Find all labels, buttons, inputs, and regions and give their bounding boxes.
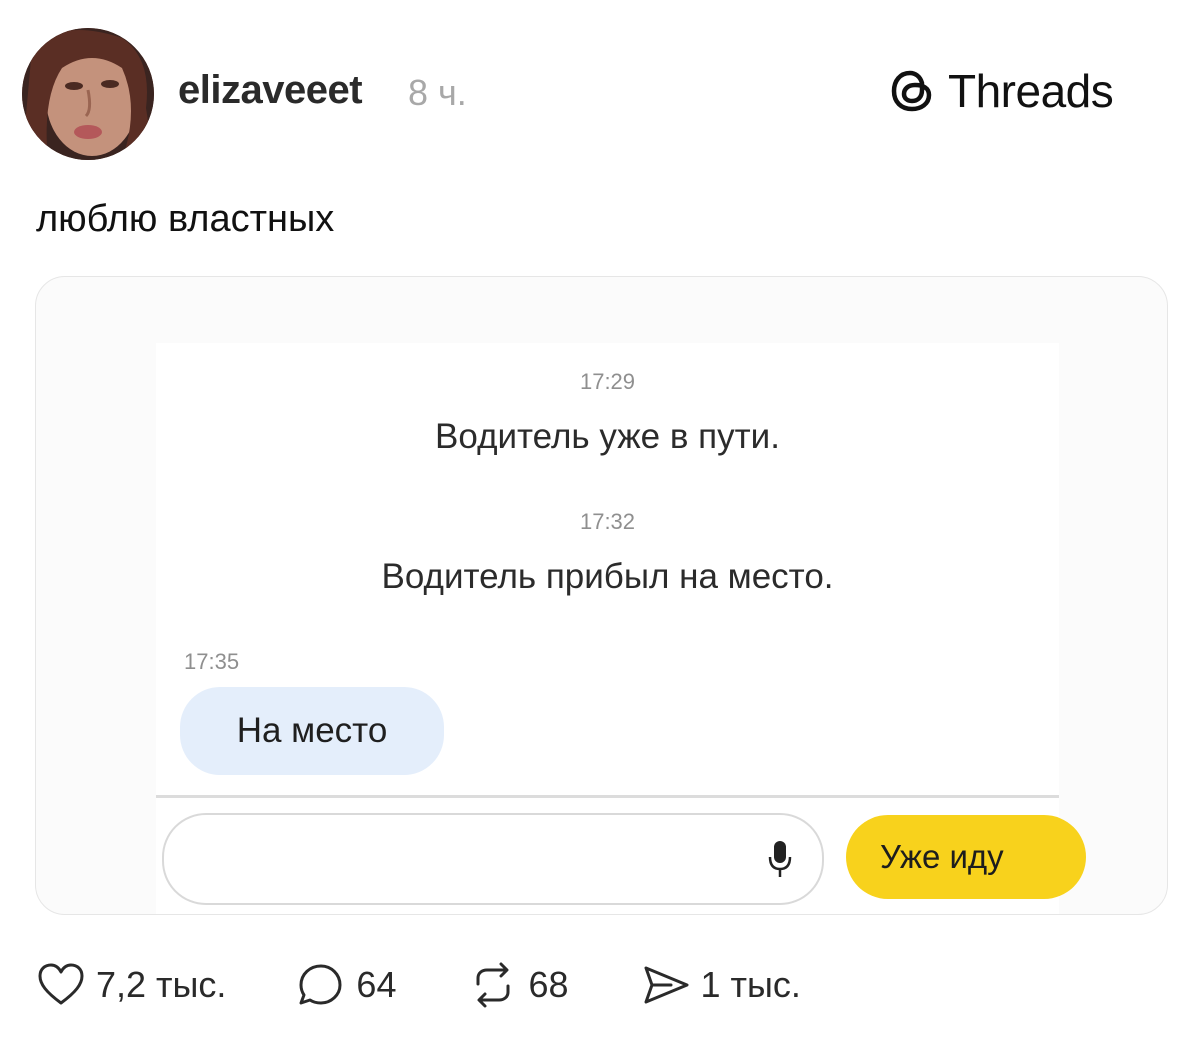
divider (156, 795, 1059, 798)
repost-icon (476, 962, 510, 1008)
message-input (162, 813, 824, 905)
reply-time: 17:35 (184, 649, 240, 674)
like-action[interactable]: 7,2 тыс. (36, 960, 226, 1010)
message-time: 17:32 (579, 509, 636, 534)
post-caption: люблю властных (36, 198, 335, 240)
repost-action[interactable]: 68 (468, 960, 569, 1010)
system-message: Водитель уже в пути. (435, 417, 780, 456)
post-image[interactable]: 17:29 Водитель уже в пути. 17:32 Водител… (35, 276, 1168, 915)
comment-action[interactable]: 64 (296, 960, 396, 1010)
brand-name: Threads (948, 65, 1114, 117)
share-icon (644, 966, 689, 1004)
action-bar: 7,2 тыс. 64 68 1 тыс. (36, 960, 801, 1010)
repost-count: 68 (528, 964, 569, 1005)
system-message: Водитель прибыл на место. (381, 557, 834, 596)
microphone-icon (768, 841, 792, 877)
comment-count: 64 (356, 964, 397, 1005)
heart-icon (38, 963, 84, 1005)
post-time: 8 ч. (408, 72, 467, 113)
share-count: 1 тыс. (700, 964, 801, 1005)
avatar[interactable] (22, 28, 154, 160)
reply-bubble: На место (180, 687, 444, 775)
message-time: 17:29 (579, 369, 636, 394)
comment-icon (299, 964, 342, 1005)
like-count: 7,2 тыс. (96, 964, 227, 1005)
username[interactable]: elizaveeet (178, 68, 363, 113)
quick-reply-button: Уже иду (846, 815, 1086, 899)
share-action[interactable]: 1 тыс. (641, 960, 801, 1010)
threads-brand: Threads (888, 64, 1114, 118)
avatar-photo (22, 28, 154, 160)
threads-logo-icon (891, 70, 932, 112)
chat-screenshot: 17:29 Водитель уже в пути. 17:32 Водител… (156, 343, 1086, 914)
